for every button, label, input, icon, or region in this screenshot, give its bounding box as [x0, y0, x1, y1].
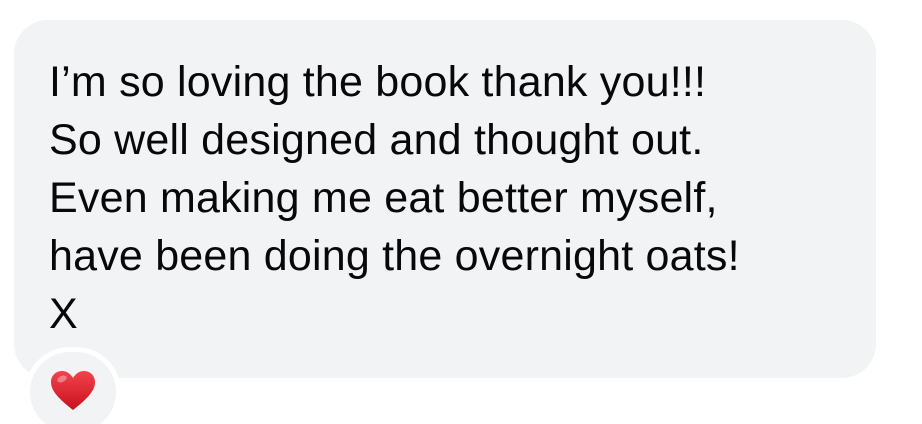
message-bubble[interactable]: I’m so loving the book thank you!!! So w… — [14, 20, 876, 378]
reaction-badge[interactable] — [30, 352, 116, 424]
message-line: Even making me eat better myself, — [49, 174, 718, 222]
heart-icon — [51, 371, 95, 410]
message-line: So well designed and thought out. — [49, 116, 704, 164]
message-line: have been doing the overnight oats! — [49, 232, 740, 280]
message-line: I’m so loving the book thank you!!! — [49, 58, 707, 106]
message-line: X — [49, 290, 78, 338]
message-view: I’m so loving the book thank you!!! So w… — [0, 0, 922, 424]
message-text: I’m so loving the book thank you!!! So w… — [49, 53, 869, 343]
